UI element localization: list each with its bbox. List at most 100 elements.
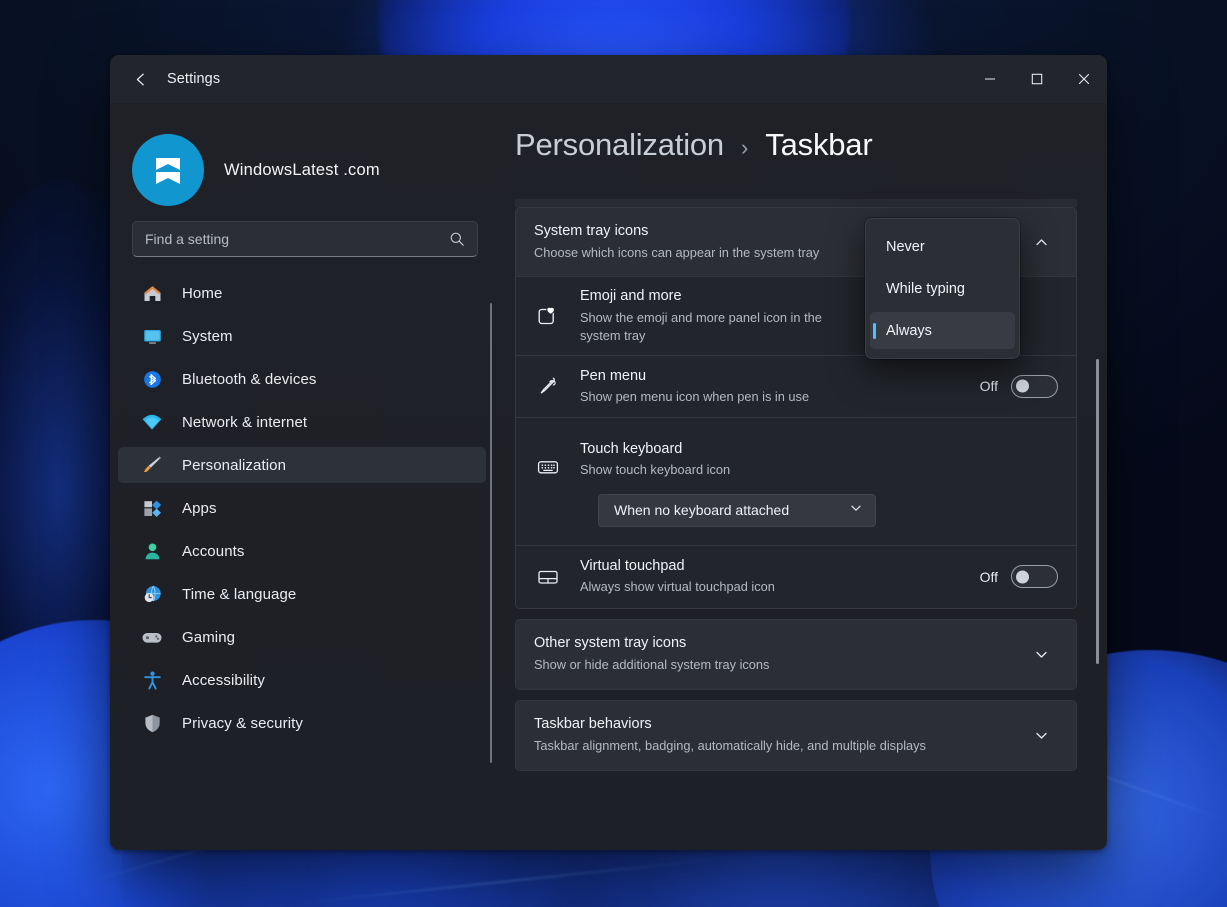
card-header[interactable]: Other system tray icons Show or hide add… (516, 620, 1076, 689)
row-title: Touch keyboard (580, 440, 1058, 460)
chevron-up-icon[interactable] (1024, 225, 1058, 259)
maximize-icon (1031, 73, 1043, 85)
row-right: Off (980, 375, 1058, 398)
avatar (132, 134, 204, 206)
back-button[interactable] (124, 64, 158, 94)
sidebar-item-label: Time & language (182, 586, 296, 603)
close-button[interactable] (1060, 55, 1107, 103)
row-touch-keyboard[interactable]: Touch keyboard Show touch keyboard icon … (516, 418, 1076, 546)
search-wrapper (110, 221, 500, 257)
sidebar-scrollbar[interactable] (490, 303, 492, 763)
pen-icon (534, 374, 562, 398)
row-title: Pen menu (580, 367, 968, 387)
app-title: Settings (167, 71, 220, 87)
chevron-down-icon[interactable] (1024, 718, 1058, 752)
row-virtual-touchpad[interactable]: Virtual touchpad Always show virtual tou… (516, 546, 1076, 608)
settings-scroll-area: System tray icons Choose which icons can… (515, 199, 1107, 849)
home-icon (140, 281, 164, 305)
sidebar-item-time-language[interactable]: Time & language (118, 576, 486, 612)
toggle-knob (1016, 380, 1029, 393)
flyout-option-while-typing[interactable]: While typing (870, 270, 1015, 307)
dropdown-value: When no keyboard attached (614, 502, 789, 518)
sidebar-item-label: Apps (182, 500, 217, 517)
window-body: WindowsLatest .com (110, 103, 1107, 850)
row-subtitle: Show touch keyboard icon (580, 461, 1058, 479)
row-title: Other system tray icons (534, 634, 1012, 654)
virtual-touchpad-toggle[interactable] (1011, 565, 1058, 588)
windowslatest-avatar-icon (146, 148, 190, 192)
account-name: WindowsLatest .com (224, 161, 380, 180)
row-right (1024, 225, 1058, 259)
flyout-option-label: While typing (886, 281, 965, 297)
row-text: Taskbar behaviors Taskbar alignment, bad… (534, 705, 1012, 765)
emoji-visibility-flyout[interactable]: Never While typing Always (865, 218, 1020, 359)
sidebar-item-bluetooth[interactable]: Bluetooth & devices (118, 361, 486, 397)
row-text: Touch keyboard Show touch keyboard icon (580, 430, 1058, 490)
row-title: Virtual touchpad (580, 557, 968, 577)
row-right (1024, 637, 1058, 671)
clipped-card-edge (515, 199, 1077, 207)
sidebar-item-accounts[interactable]: Accounts (118, 533, 486, 569)
content-pane: Personalization › Taskbar System tray ic… (500, 103, 1107, 850)
flyout-option-never[interactable]: Never (870, 228, 1015, 265)
search-icon (449, 231, 465, 247)
account-block[interactable]: WindowsLatest .com (110, 103, 500, 215)
bluetooth-icon (140, 367, 164, 391)
window-controls (966, 55, 1107, 103)
sidebar-item-privacy-security[interactable]: Privacy & security (118, 705, 486, 741)
toggle-state-label: Off (980, 569, 998, 585)
row-subtitle: Show or hide additional system tray icon… (534, 656, 1012, 674)
sidebar-item-accessibility[interactable]: Accessibility (118, 662, 486, 698)
sidebar-item-network[interactable]: Network & internet (118, 404, 486, 440)
row-title: Taskbar behaviors (534, 715, 1012, 735)
toggle-state-label: Off (980, 378, 998, 394)
row-text: Other system tray icons Show or hide add… (534, 624, 1012, 684)
sidebar-item-label: Network & internet (182, 414, 307, 431)
sidebar-item-label: Home (182, 285, 222, 302)
maximize-button[interactable] (1013, 55, 1060, 103)
chevron-down-icon (849, 501, 863, 520)
row-subtitle: Show pen menu icon when pen is in use (580, 388, 968, 406)
person-icon (140, 539, 164, 563)
touch-keyboard-icon (534, 455, 562, 479)
sidebar-item-label: Personalization (182, 457, 286, 474)
settings-window: Settings (110, 55, 1107, 850)
minimize-icon (984, 73, 996, 85)
sidebar-item-label: Accessibility (182, 672, 265, 689)
chevron-down-icon[interactable] (1024, 637, 1058, 671)
sidebar-item-gaming[interactable]: Gaming (118, 619, 486, 655)
sidebar-item-personalization[interactable]: Personalization (118, 447, 486, 483)
sidebar-item-label: Accounts (182, 543, 245, 560)
arrow-left-icon (132, 70, 151, 89)
row-right (1024, 718, 1058, 752)
page-title: Taskbar (765, 127, 872, 163)
accessibility-icon (140, 668, 164, 692)
row-pen-menu[interactable]: Pen menu Show pen menu icon when pen is … (516, 356, 1076, 418)
row-text: Pen menu Show pen menu icon when pen is … (580, 357, 968, 417)
apps-icon (140, 496, 164, 520)
minimize-button[interactable] (966, 55, 1013, 103)
sidebar-item-home[interactable]: Home (118, 275, 486, 311)
other-system-tray-icons-card[interactable]: Other system tray icons Show or hide add… (515, 619, 1077, 690)
flyout-option-always[interactable]: Always (870, 312, 1015, 349)
content-scrollbar[interactable] (1096, 359, 1099, 664)
row-subtitle: Show the emoji and more panel icon in th… (580, 309, 825, 345)
sidebar-item-label: System (182, 328, 233, 345)
row-subtitle: Taskbar alignment, badging, automaticall… (534, 737, 1012, 755)
taskbar-behaviors-card[interactable]: Taskbar behaviors Taskbar alignment, bad… (515, 700, 1077, 771)
touch-keyboard-dropdown[interactable]: When no keyboard attached (598, 494, 876, 527)
shield-icon (140, 711, 164, 735)
sidebar-item-apps[interactable]: Apps (118, 490, 486, 526)
sidebar-item-label: Privacy & security (182, 715, 303, 732)
breadcrumb-separator-icon: › (741, 135, 748, 161)
breadcrumb-parent[interactable]: Personalization (515, 127, 724, 163)
search-box[interactable] (132, 221, 478, 257)
search-input[interactable] (145, 231, 449, 247)
emoji-panel-icon (534, 304, 562, 328)
window-titlebar: Settings (110, 55, 1107, 103)
pen-menu-toggle[interactable] (1011, 375, 1058, 398)
card-header[interactable]: Taskbar behaviors Taskbar alignment, bad… (516, 701, 1076, 770)
paintbrush-icon (140, 453, 164, 477)
row-right: Off (980, 565, 1058, 588)
sidebar-item-system[interactable]: System (118, 318, 486, 354)
